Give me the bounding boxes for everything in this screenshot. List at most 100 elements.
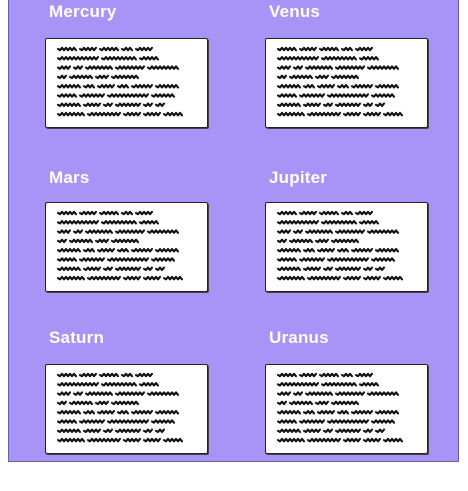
scribble-word <box>56 83 82 89</box>
planet-card-jupiter[interactable] <box>265 202 428 292</box>
scribble-word <box>336 247 350 253</box>
scribble-word <box>154 83 180 89</box>
scribble-word <box>162 437 184 443</box>
scribble-word <box>276 257 298 262</box>
scribble-word <box>142 437 162 443</box>
scribble-word <box>362 437 382 443</box>
scribble-word <box>120 46 134 52</box>
scribble-word <box>138 382 160 387</box>
scribble-word <box>72 229 84 234</box>
scribble-word <box>276 409 302 415</box>
scribble-word <box>350 83 374 89</box>
scribble-word <box>276 65 292 70</box>
scribble-word <box>56 65 72 70</box>
scribble-word <box>150 93 176 98</box>
scribble-word <box>362 275 382 281</box>
scribble-word <box>56 102 82 108</box>
scribble-word <box>96 83 116 89</box>
scribble-word <box>382 111 404 117</box>
scribble-word <box>162 111 184 117</box>
scribble-word <box>120 210 134 216</box>
scribble-word <box>302 102 322 108</box>
scribble-word <box>116 83 130 89</box>
scribble-word <box>146 391 180 396</box>
scribble-word <box>122 437 142 443</box>
scribble-word <box>106 93 150 98</box>
scribble-word <box>374 266 386 272</box>
planet-card-venus[interactable] <box>265 38 428 128</box>
scribble-word <box>56 400 68 406</box>
scribble-word <box>78 93 106 98</box>
scribble-word <box>298 372 318 378</box>
scribble-word <box>56 266 82 272</box>
scribble-word <box>276 210 298 216</box>
scribble-word <box>56 382 100 387</box>
scribble-word <box>302 409 316 415</box>
scribble-word <box>72 391 84 396</box>
scribble-word <box>276 229 292 234</box>
scribble-word <box>288 238 314 244</box>
scribble-word <box>342 437 362 443</box>
scribble-word <box>374 428 386 434</box>
scribble-word <box>146 229 180 234</box>
planet-title-uranus: Uranus <box>269 328 329 347</box>
scribble-word <box>304 229 334 234</box>
scribble-word <box>318 46 340 52</box>
scribble-word <box>96 247 116 253</box>
scribble-word <box>366 391 400 396</box>
planet-card-uranus[interactable] <box>265 364 428 454</box>
scribble-word <box>100 220 138 225</box>
scribble-word <box>98 46 120 52</box>
scribble-word <box>276 74 288 80</box>
scribble-word <box>134 46 154 52</box>
planet-card-saturn[interactable] <box>45 364 208 454</box>
scribble-word <box>84 229 114 234</box>
planet-title-mercury: Mercury <box>49 2 117 21</box>
scribble-word <box>316 409 336 415</box>
scribble-word <box>334 428 362 434</box>
scribble-word <box>366 65 400 70</box>
scribble-word <box>162 275 184 281</box>
scribble-word <box>350 247 374 253</box>
scribble-word <box>102 428 114 434</box>
scribble-word <box>56 93 78 98</box>
scribble-word <box>150 257 176 262</box>
scribble-word <box>130 409 154 415</box>
scribble-word <box>292 229 304 234</box>
scribble-word <box>304 65 334 70</box>
scribble-word <box>102 102 114 108</box>
scribble-word <box>96 409 116 415</box>
scribble-word <box>82 247 96 253</box>
scribble-word <box>154 266 166 272</box>
planet-title-venus: Venus <box>269 2 321 21</box>
scribble-word <box>114 229 146 234</box>
scribble-word <box>68 238 94 244</box>
scribble-word <box>322 102 334 108</box>
scribble-word <box>288 74 314 80</box>
scribble-word <box>382 275 404 281</box>
scribble-word <box>314 400 330 406</box>
scribble-word <box>276 437 306 443</box>
scribble-text <box>276 372 404 443</box>
scribble-word <box>114 391 146 396</box>
scribble-word <box>306 437 342 443</box>
scribble-word <box>84 391 114 396</box>
planet-card-mars[interactable] <box>45 202 208 292</box>
scribble-word <box>306 275 342 281</box>
scribble-word <box>320 56 358 61</box>
scribble-word <box>56 56 100 61</box>
scribble-word <box>276 238 288 244</box>
scribble-text <box>276 46 404 117</box>
scribble-word <box>362 111 382 117</box>
scribble-word <box>86 275 122 281</box>
scribble-word <box>276 111 306 117</box>
planet-card-mercury[interactable] <box>45 38 208 128</box>
scribble-word <box>56 419 78 424</box>
scribble-word <box>354 372 374 378</box>
scribble-word <box>154 428 166 434</box>
scribble-word <box>82 428 102 434</box>
scribble-word <box>276 428 302 434</box>
scribble-word <box>68 400 94 406</box>
scribble-word <box>334 229 366 234</box>
scribble-word <box>298 93 326 98</box>
